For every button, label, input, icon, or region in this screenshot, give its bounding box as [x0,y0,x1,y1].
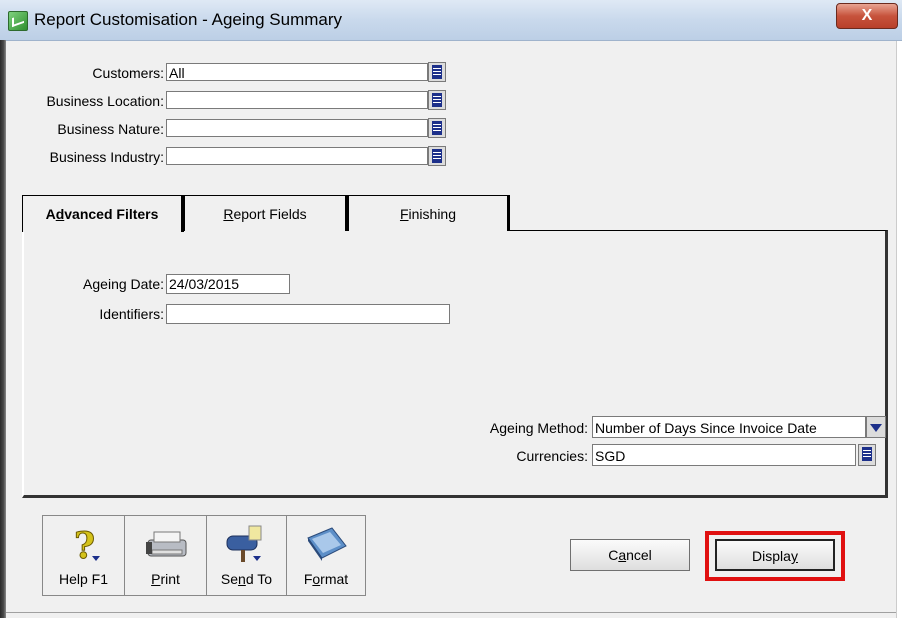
list-icon [432,65,442,79]
ageing-date-field[interactable]: 24/03/2015 [166,274,290,294]
cancel-label: ncel [626,547,652,563]
ageing-method-select[interactable]: Number of Days Since Invoice Date [592,416,866,438]
business-industry-lookup-button[interactable] [428,146,446,166]
business-nature-label: Business Nature: [57,121,164,137]
chevron-down-icon [870,424,882,432]
business-industry-label: Business Industry: [49,149,164,165]
ageing-method-label: Ageing Method: [489,420,588,436]
window-bottom-border [6,612,896,613]
customers-field[interactable]: All [166,63,428,81]
identifiers-field[interactable] [166,304,450,324]
tab-finishing[interactable]: Finishing [348,195,510,231]
ageing-date-label: Ageing Date: [83,276,164,292]
cancel-label: C [608,547,619,563]
print-tool-button[interactable]: Print [125,516,207,595]
tab-label-accel: F [399,206,409,222]
tab-advanced-filters[interactable]: Advanced Filters [22,195,184,232]
mailbox-icon [223,524,271,567]
business-industry-field[interactable] [166,147,428,165]
list-icon [432,149,442,163]
tab-label: A [45,206,56,222]
business-nature-field[interactable] [166,119,428,137]
business-location-lookup-button[interactable] [428,90,446,110]
tab-label-accel: R [223,206,234,222]
customers-label: Customers: [92,65,164,81]
cancel-button[interactable]: Cancel [570,539,690,571]
business-location-label: Business Location: [46,93,164,109]
currencies-label: Currencies: [516,448,588,464]
format-document-icon [302,524,350,567]
display-label: Displa [752,548,791,564]
help-tool-button[interactable]: ? Help F1 [43,516,125,595]
business-location-field[interactable] [166,91,428,109]
action-toolbar: ? Help F1 Print Send To Format [42,515,366,596]
send-to-tool-label: Send To [220,571,273,587]
title-bar: Report Customisation - Ageing Summary X [0,0,902,41]
business-nature-lookup-button[interactable] [428,118,446,138]
printer-icon [142,524,190,567]
tab-report-fields[interactable]: Report Fields [184,195,348,231]
currencies-field[interactable]: SGD [592,444,856,466]
currencies-lookup-button[interactable] [858,444,876,466]
app-icon [8,11,28,31]
display-button[interactable]: Display [715,539,835,571]
help-icon: ? [64,524,104,568]
identifiers-label: Identifiers: [99,306,164,322]
display-label-accel: y [790,548,798,564]
tab-label: eport Fields [233,206,307,222]
print-tool-label: Print [151,571,180,587]
customers-lookup-button[interactable] [428,62,446,82]
tab-label-accel: d [55,206,65,222]
format-tool-button[interactable]: Format [287,516,365,595]
report-customisation-window: Report Customisation - Ageing Summary X … [0,0,902,618]
cancel-label-accel: a [618,547,627,563]
list-icon [862,447,872,461]
send-to-tool-button[interactable]: Send To [207,516,287,595]
list-icon [432,121,442,135]
tab-label: vanced Filters [64,206,159,222]
svg-text:?: ? [74,525,95,564]
list-icon [432,93,442,107]
help-tool-label: Help F1 [58,571,109,587]
ageing-method-dropdown-button[interactable] [866,416,886,438]
close-button[interactable]: X [836,3,898,29]
tab-label: inishing [408,206,457,222]
window-title: Report Customisation - Ageing Summary [34,10,343,29]
format-tool-label: Format [303,571,349,587]
window-right-border [896,41,902,618]
